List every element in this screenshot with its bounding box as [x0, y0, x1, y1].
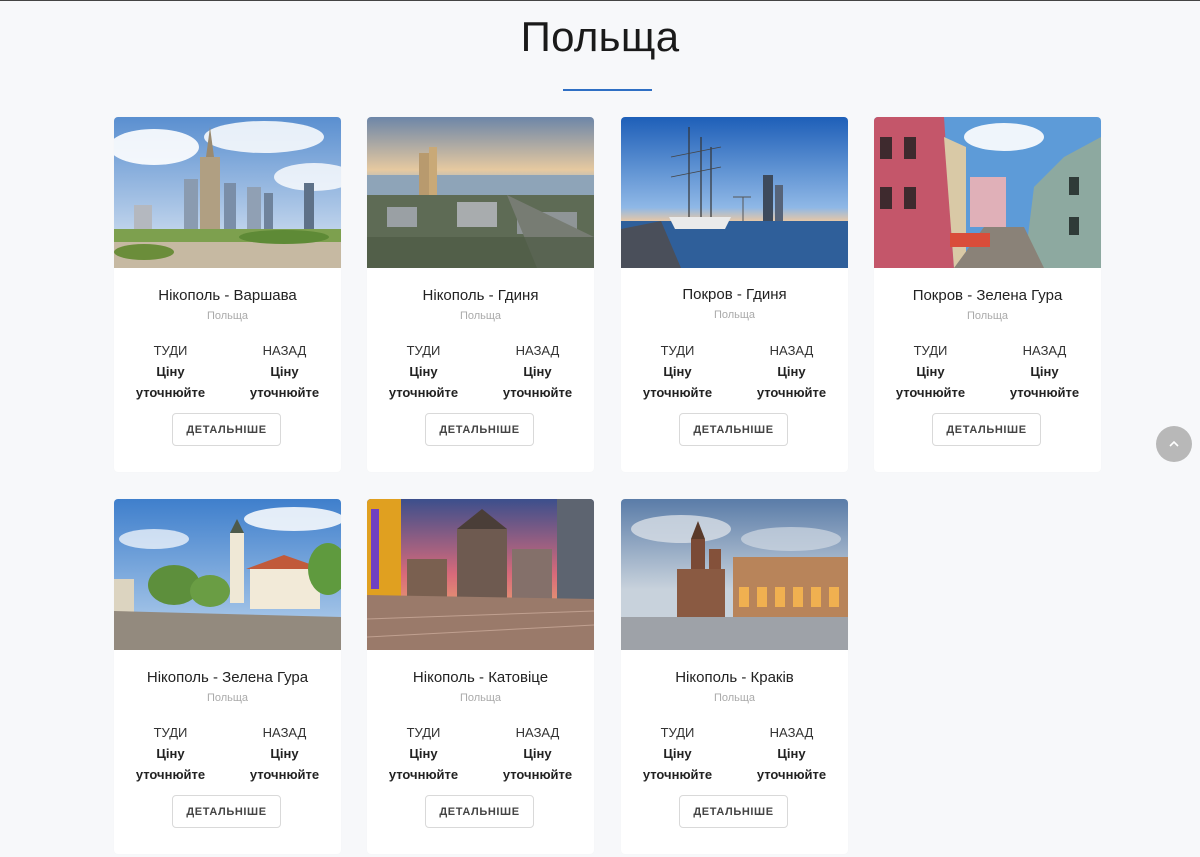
fare-there-value: Ціну уточнюйте — [388, 746, 459, 782]
fare-back-label: НАЗАД — [515, 343, 560, 358]
fare-back-value: Ціну уточнюйте — [502, 364, 573, 400]
fare-there: ТУДИ Ціну уточнюйте — [367, 341, 480, 403]
fare-there-label: ТУДИ — [660, 343, 695, 358]
fare-there-value: Ціну уточнюйте — [388, 364, 459, 400]
warsaw-skyline-image[interactable] — [114, 117, 341, 268]
route-country: Польща — [459, 692, 502, 704]
details-button[interactable]: ДЕТАЛЬНІШЕ — [425, 795, 534, 828]
route-country: Польща — [206, 692, 249, 704]
route-card: Покров - Гдиня Польща ТУДИ Ціну уточнюйт… — [621, 117, 848, 472]
fare-there-value: Ціну уточнюйте — [642, 746, 713, 782]
chevron-up-icon — [1168, 435, 1180, 453]
fare-back-label: НАЗАД — [769, 343, 814, 358]
route-country: Польща — [206, 310, 249, 322]
fare-back: НАЗАД Ціну уточнюйте — [481, 341, 594, 403]
fare-there: ТУДИ Ціну уточнюйте — [621, 341, 734, 403]
fare-there-label: ТУДИ — [913, 343, 948, 358]
fare-there-value: Ціну уточнюйте — [642, 364, 713, 400]
details-button[interactable]: ДЕТАЛЬНІШЕ — [172, 413, 281, 446]
fare-there-value: Ціну уточнюйте — [895, 364, 966, 400]
route-title: Нікополь - Краків — [675, 669, 794, 686]
route-country: Польща — [713, 692, 756, 704]
fare-back: НАЗАД Ціну уточнюйте — [481, 723, 594, 785]
route-title: Нікополь - Варшава — [158, 287, 297, 304]
route-card: Нікополь - Катовіце Польща ТУДИ Ціну уто… — [367, 499, 594, 854]
fare-there: ТУДИ Ціну уточнюйте — [114, 341, 227, 403]
fare-there-label: ТУДИ — [660, 725, 695, 740]
fare-there-label: ТУДИ — [153, 725, 188, 740]
route-country: Польща — [713, 309, 756, 321]
fare-back-value: Ціну уточнюйте — [756, 746, 827, 782]
scroll-to-top-button[interactable] — [1156, 426, 1192, 462]
route-country: Польща — [459, 310, 502, 322]
route-title: Нікополь - Зелена Гура — [146, 669, 309, 686]
details-button[interactable]: ДЕТАЛЬНІШЕ — [425, 413, 534, 446]
fare-there: ТУДИ Ціну уточнюйте — [874, 341, 987, 403]
fare-there-value: Ціну уточнюйте — [135, 746, 206, 782]
details-button[interactable]: ДЕТАЛЬНІШЕ — [679, 413, 788, 446]
fare-back: НАЗАД Ціну уточнюйте — [988, 341, 1101, 403]
details-button[interactable]: ДЕТАЛЬНІШЕ — [679, 795, 788, 828]
fare-there: ТУДИ Ціну уточнюйте — [621, 723, 734, 785]
katowice-street-image[interactable] — [367, 499, 594, 650]
fare-back-value: Ціну уточнюйте — [756, 364, 827, 400]
fare-back: НАЗАД Ціну уточнюйте — [228, 341, 341, 403]
fare-there-label: ТУДИ — [153, 343, 188, 358]
zielona-gora-square-image[interactable] — [114, 499, 341, 650]
fare-back-label: НАЗАД — [262, 725, 307, 740]
fare-there-label: ТУДИ — [406, 343, 441, 358]
fare-there-label: ТУДИ — [406, 725, 441, 740]
title-underline — [563, 89, 652, 91]
route-title: Нікополь - Гдиня — [422, 287, 539, 304]
fare-back-label: НАЗАД — [262, 343, 307, 358]
zielona-gora-street-image[interactable] — [874, 117, 1101, 268]
fare-back-label: НАЗАД — [515, 725, 560, 740]
fare-there-value: Ціну уточнюйте — [135, 364, 206, 400]
details-button[interactable]: ДЕТАЛЬНІШЕ — [932, 413, 1041, 446]
fare-back-value: Ціну уточнюйте — [249, 364, 320, 400]
gdynia-aerial-image[interactable] — [367, 117, 594, 268]
fare-back-value: Ціну уточнюйте — [502, 746, 573, 782]
route-title: Покров - Зелена Гура — [912, 287, 1063, 304]
route-title: Покров - Гдиня — [682, 286, 787, 303]
route-card: Нікополь - Краків Польща ТУДИ Ціну уточн… — [621, 499, 848, 854]
route-card: Нікополь - Гдиня Польща ТУДИ Ціну уточню… — [367, 117, 594, 472]
krakow-square-image[interactable] — [621, 499, 848, 650]
fare-back: НАЗАД Ціну уточнюйте — [735, 723, 848, 785]
fare-back: НАЗАД Ціну уточнюйте — [228, 723, 341, 785]
fare-back-value: Ціну уточнюйте — [1009, 364, 1080, 400]
fare-back: НАЗАД Ціну уточнюйте — [735, 341, 848, 403]
page-title: Польща — [520, 13, 680, 60]
fare-back-value: Ціну уточнюйте — [249, 746, 320, 782]
details-button[interactable]: ДЕТАЛЬНІШЕ — [172, 795, 281, 828]
route-card: Нікополь - Зелена Гура Польща ТУДИ Ціну … — [114, 499, 341, 854]
route-card: Нікополь - Варшава Польща ТУДИ Ціну уточ… — [114, 117, 341, 472]
route-card: Покров - Зелена Гура Польща ТУДИ Ціну ут… — [874, 117, 1101, 472]
fare-there: ТУДИ Ціну уточнюйте — [367, 723, 480, 785]
fare-back-label: НАЗАД — [769, 725, 814, 740]
route-country: Польща — [966, 310, 1009, 322]
fare-there: ТУДИ Ціну уточнюйте — [114, 723, 227, 785]
fare-back-label: НАЗАД — [1022, 343, 1067, 358]
route-title: Нікополь - Катовіце — [412, 669, 549, 686]
gdynia-sailship-image[interactable] — [621, 117, 848, 268]
